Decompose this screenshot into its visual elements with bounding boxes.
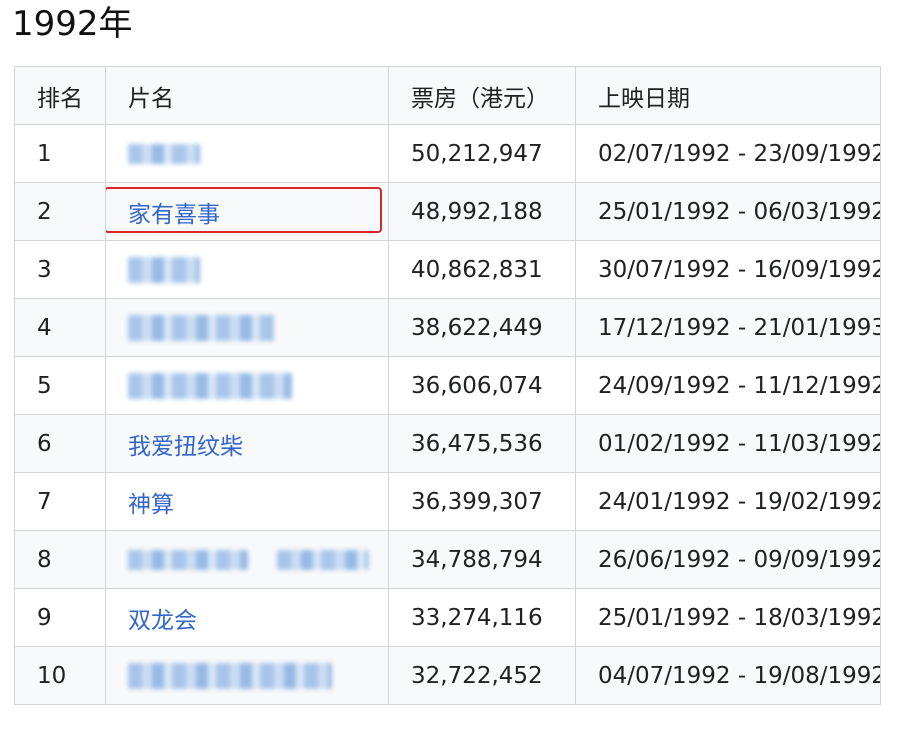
gross-cell: 36,399,307 xyxy=(388,472,576,531)
table-row: 4 38,622,449 17/12/1992 - 21/01/1993 xyxy=(14,298,881,357)
rank-cell: 5 xyxy=(14,356,106,415)
rank-cell: 1 xyxy=(14,124,106,183)
dates-cell: 04/07/1992 - 19/08/1992 xyxy=(575,646,881,705)
dates-cell: 02/07/1992 - 23/09/1992 xyxy=(575,124,881,183)
film-link[interactable]: 双龙会 xyxy=(128,608,197,634)
table-row: 2 家有喜事 48,992,188 25/01/1992 - 06/03/199… xyxy=(14,182,881,241)
header-title: 片名 xyxy=(105,66,389,125)
gross-cell: 50,212,947 xyxy=(388,124,576,183)
redacted-title xyxy=(277,550,370,570)
dates-cell: 17/12/1992 - 21/01/1993 xyxy=(575,298,881,357)
table-header-row: 排名 片名 票房（港元） 上映日期 xyxy=(14,66,881,125)
title-cell xyxy=(105,530,389,589)
title-cell: 家有喜事 xyxy=(105,182,389,241)
rank-cell: 8 xyxy=(14,530,106,589)
table-row: 9 双龙会 33,274,116 25/01/1992 - 18/03/1992 xyxy=(14,588,881,647)
gross-cell: 34,788,794 xyxy=(388,530,576,589)
redacted-title xyxy=(128,662,332,689)
redacted-title xyxy=(128,372,292,399)
title-cell xyxy=(105,298,389,357)
title-cell xyxy=(105,124,389,183)
rank-cell: 9 xyxy=(14,588,106,647)
gross-cell: 36,475,536 xyxy=(388,414,576,473)
redacted-title xyxy=(128,144,200,164)
table-row: 7 神算 36,399,307 24/01/1992 - 19/02/1992 xyxy=(14,472,881,531)
film-link[interactable]: 家有喜事 xyxy=(128,202,220,228)
dates-cell: 24/09/1992 - 11/12/1992 xyxy=(575,356,881,415)
header-rank: 排名 xyxy=(14,66,106,125)
redacted-title xyxy=(128,550,248,570)
dates-cell: 01/02/1992 - 11/03/1992 xyxy=(575,414,881,473)
table-row: 3 40,862,831 30/07/1992 - 16/09/1992 xyxy=(14,240,881,299)
dates-cell: 25/01/1992 - 18/03/1992 xyxy=(575,588,881,647)
dates-cell: 24/01/1992 - 19/02/1992 xyxy=(575,472,881,531)
dates-cell: 26/06/1992 - 09/09/1992 xyxy=(575,530,881,589)
table-row: 5 36,606,074 24/09/1992 - 11/12/1992 xyxy=(14,356,881,415)
header-dates: 上映日期 xyxy=(575,66,881,125)
table-row: 1 50,212,947 02/07/1992 - 23/09/1992 xyxy=(14,124,881,183)
dates-cell: 30/07/1992 - 16/09/1992 xyxy=(575,240,881,299)
table-row: 6 我爱扭纹柴 36,475,536 01/02/1992 - 11/03/19… xyxy=(14,414,881,473)
rank-cell: 2 xyxy=(14,182,106,241)
header-gross: 票房（港元） xyxy=(388,66,576,125)
title-cell xyxy=(105,356,389,415)
gross-cell: 32,722,452 xyxy=(388,646,576,705)
title-cell xyxy=(105,240,389,299)
table-row: 10 32,722,452 04/07/1992 - 19/08/1992 xyxy=(14,646,881,705)
title-cell: 双龙会 xyxy=(105,588,389,647)
gross-cell: 48,992,188 xyxy=(388,182,576,241)
redacted-title xyxy=(128,314,274,341)
title-cell: 我爱扭纹柴 xyxy=(105,414,389,473)
rank-cell: 6 xyxy=(14,414,106,473)
dates-cell: 25/01/1992 - 06/03/1992 xyxy=(575,182,881,241)
redacted-title xyxy=(128,256,200,283)
rank-cell: 4 xyxy=(14,298,106,357)
table-row: 8 34,788,794 26/06/1992 - 09/09/1992 xyxy=(14,530,881,589)
gross-cell: 36,606,074 xyxy=(388,356,576,415)
title-cell xyxy=(105,646,389,705)
page-title: 1992年 xyxy=(12,4,133,44)
rank-cell: 10 xyxy=(14,646,106,705)
film-link[interactable]: 神算 xyxy=(128,492,174,518)
title-cell: 神算 xyxy=(105,472,389,531)
film-link[interactable]: 我爱扭纹柴 xyxy=(128,434,243,460)
gross-cell: 40,862,831 xyxy=(388,240,576,299)
box-office-table: 排名 片名 票房（港元） 上映日期 1 50,212,947 02/07/199… xyxy=(14,66,881,705)
gross-cell: 33,274,116 xyxy=(388,588,576,647)
rank-cell: 7 xyxy=(14,472,106,531)
rank-cell: 3 xyxy=(14,240,106,299)
gross-cell: 38,622,449 xyxy=(388,298,576,357)
